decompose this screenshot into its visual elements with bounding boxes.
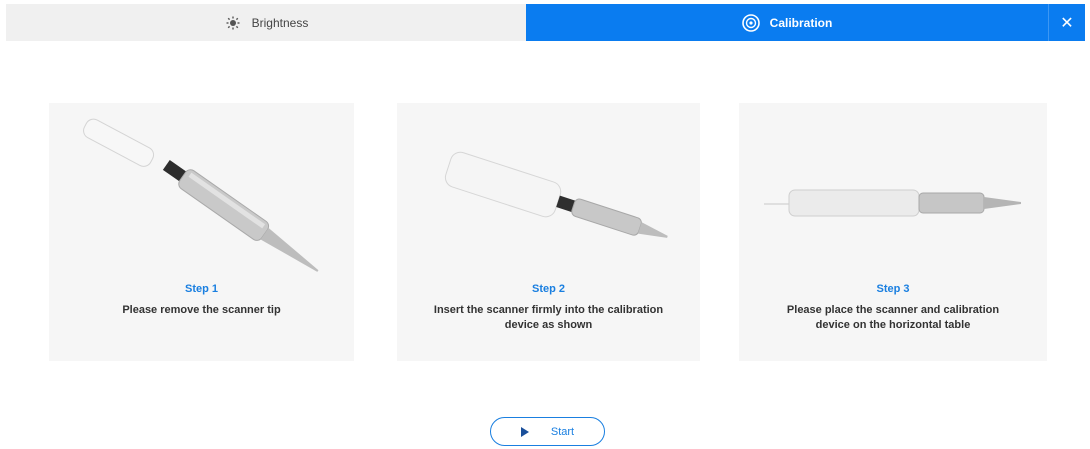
scanner-tip-removed-image xyxy=(83,118,319,272)
tab-brightness-label: Brightness xyxy=(251,15,309,30)
scanner-insert-image xyxy=(444,151,668,238)
step-1-title: Step 1 xyxy=(184,283,218,295)
step-card-1: Step 1 Please remove the scanner tip xyxy=(49,103,354,361)
close-icon: ✕ xyxy=(1060,14,1074,32)
step-2-desc: Insert the scanner firmly into the calib… xyxy=(433,304,664,331)
start-button-label: Start xyxy=(550,425,575,438)
start-button[interactable]: Start xyxy=(490,417,605,446)
tab-calibration[interactable]: Calibration xyxy=(526,4,1048,41)
step-2-title: Step 2 xyxy=(531,283,565,295)
step-3-desc: Please place the scanner and calibration… xyxy=(786,304,1000,331)
step-card-2: Step 2 Insert the scanner firmly into th… xyxy=(397,103,700,361)
tab-bar: Brightness Calibration ✕ xyxy=(6,4,1085,41)
step-card-3: Step 3 Please place the scanner and cali… xyxy=(739,103,1047,361)
play-icon xyxy=(520,426,529,437)
brightness-icon xyxy=(224,14,242,32)
step-3-title: Step 3 xyxy=(876,283,910,295)
scanner-on-table-image xyxy=(764,189,1021,217)
tab-brightness[interactable]: Brightness xyxy=(6,4,526,41)
tab-calibration-label: Calibration xyxy=(769,15,833,30)
calibration-icon xyxy=(741,13,760,32)
close-button[interactable]: ✕ xyxy=(1048,4,1085,41)
step-1-desc: Please remove the scanner tip xyxy=(122,304,281,316)
